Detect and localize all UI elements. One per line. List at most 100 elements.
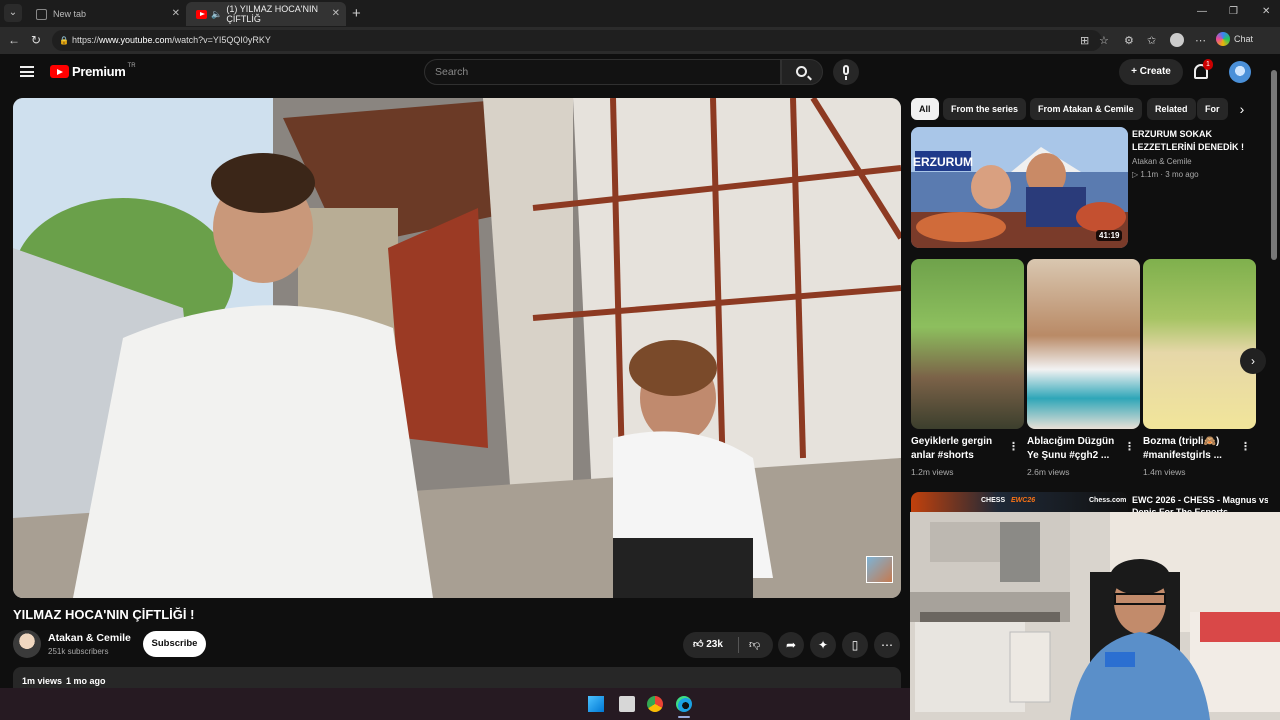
- close-tab-icon[interactable]: ✕: [332, 8, 340, 19]
- chips-next-chevron-icon[interactable]: ›: [1231, 98, 1253, 120]
- video-player[interactable]: [13, 98, 901, 598]
- share-button[interactable]: ➦: [778, 632, 804, 658]
- video-frame: [13, 98, 901, 598]
- notification-badge: 1: [1203, 59, 1213, 70]
- youtube-premium-logo[interactable]: Premium TR: [50, 63, 136, 79]
- tab-actions-menu-icon[interactable]: ⌄: [4, 4, 22, 22]
- short-title[interactable]: Ablacığım Düzgün Ye Şunu #çgh2 ...: [1027, 435, 1123, 463]
- more-dots-icon: ⋯: [881, 638, 893, 652]
- thumbnail-text: ERZURUM: [913, 155, 973, 169]
- youtube-favicon-icon: [196, 9, 208, 19]
- dislike-button[interactable]: 👎︎: [749, 638, 760, 651]
- short-title[interactable]: Geyiklerle gergin anlar #shorts: [911, 435, 1007, 463]
- tab-new-tab[interactable]: New tab ✕: [26, 2, 186, 26]
- divider: [738, 637, 739, 653]
- minimize-icon[interactable]: —: [1197, 6, 1207, 17]
- reload-icon[interactable]: ↻: [31, 33, 41, 47]
- extensions-icon[interactable]: ⚙: [1124, 34, 1134, 47]
- search-button[interactable]: [781, 59, 823, 85]
- recommended-channel[interactable]: Atakan & Cemile: [1132, 157, 1192, 166]
- tab-youtube[interactable]: 🔈 (1) YILMAZ HOCA'NIN ÇİFTLİĞ ✕: [186, 2, 346, 26]
- chat-label: Chat: [1234, 34, 1254, 44]
- close-window-icon[interactable]: ✕: [1262, 6, 1270, 17]
- favorite-star-icon[interactable]: ☆: [1099, 34, 1109, 47]
- profile-icon[interactable]: [1170, 33, 1184, 47]
- scrollbar-thumb[interactable]: [1271, 70, 1277, 260]
- sparkle-icon: ✦: [817, 638, 829, 652]
- youtube-play-icon: [50, 65, 69, 78]
- thumbnail-label: EWC26: [1011, 497, 1036, 504]
- app-available-icon[interactable]: ⊞: [1080, 34, 1089, 47]
- recommended-meta: ▷ 1.1m · 3 mo ago: [1132, 170, 1199, 179]
- end-screen-thumbnail[interactable]: [866, 556, 893, 583]
- edge-icon[interactable]: [676, 696, 692, 712]
- back-arrow-icon[interactable]: ←: [8, 33, 20, 47]
- thumbs-down-icon: 👎︎: [749, 639, 761, 651]
- favorites-icon[interactable]: ✩: [1147, 34, 1156, 47]
- address-toolbar: ← ↻ 🔒 https://www.youtube.com/watch?v=YI…: [0, 27, 1280, 54]
- url-field[interactable]: 🔒 https://www.youtube.com/watch?v=YI5QQI…: [52, 30, 1102, 51]
- copilot-icon: [1216, 32, 1230, 46]
- short-thumbnail[interactable]: [1143, 259, 1256, 429]
- short-thumbnail[interactable]: [911, 259, 1024, 429]
- restore-icon[interactable]: ❐: [1229, 6, 1238, 17]
- url-host: www.youtube.com: [99, 35, 173, 45]
- chip-related[interactable]: Related: [1147, 98, 1196, 120]
- close-tab-icon[interactable]: ✕: [172, 8, 180, 19]
- logo-text: Premium: [72, 64, 126, 79]
- short-title[interactable]: Bozma (tripli🙈) #manifestgirls ...: [1143, 435, 1239, 463]
- bookmark-icon: ▯: [851, 638, 859, 652]
- copilot-chat-button[interactable]: Chat: [1216, 32, 1253, 46]
- chip-from-channel[interactable]: From Atakan & Cemile: [1030, 98, 1142, 120]
- url-path: /watch?v=YI5QQI0yRKY: [172, 35, 271, 45]
- chip-from-series[interactable]: From the series: [943, 98, 1027, 120]
- windows-taskbar: [0, 688, 910, 720]
- more-vert-icon[interactable]: ⋮: [1240, 440, 1251, 453]
- channel-name[interactable]: Atakan & Cemile: [48, 632, 131, 644]
- like-button[interactable]: 👍︎ 23k: [693, 638, 723, 650]
- recommended-video-thumbnail[interactable]: CHESS EWC26 Chess.com: [911, 492, 1128, 512]
- filter-chips: All From the series From Atakan & Cemile…: [911, 98, 1256, 120]
- shorts-next-chevron-icon[interactable]: ›: [1240, 348, 1266, 374]
- short-thumbnail[interactable]: [1027, 259, 1140, 429]
- voice-search-button[interactable]: [833, 59, 859, 85]
- thumbs-up-icon: 👍︎: [693, 639, 704, 650]
- new-tab-icon: [36, 8, 47, 20]
- short-views: 1.2m views: [911, 467, 954, 477]
- view-count: 1m views: [22, 676, 63, 686]
- like-dislike-group: 👍︎ 23k 👎︎: [683, 632, 773, 658]
- thumbnail-image: ERZURUM: [911, 127, 1128, 248]
- recommended-video-title[interactable]: EWC 2026 - CHESS - Magnus vs. Denis For …: [1132, 494, 1272, 512]
- ask-ai-button[interactable]: ✦: [810, 632, 836, 658]
- more-actions-button[interactable]: ⋯: [874, 632, 900, 658]
- channel-avatar[interactable]: [13, 630, 41, 658]
- save-button[interactable]: ▯: [842, 632, 868, 658]
- windows-start-icon[interactable]: [588, 696, 604, 712]
- speaker-icon[interactable]: 🔈: [211, 9, 222, 20]
- search-icon: [796, 66, 807, 77]
- more-menu-icon[interactable]: ⋯: [1195, 34, 1206, 47]
- create-button[interactable]: + Create: [1119, 59, 1183, 85]
- upload-age: 1 mo ago: [66, 676, 106, 686]
- chip-all[interactable]: All: [911, 98, 939, 120]
- account-avatar[interactable]: [1229, 61, 1251, 83]
- create-label: Create: [1139, 66, 1171, 77]
- subscribe-button[interactable]: Subscribe: [143, 631, 206, 657]
- more-vert-icon[interactable]: ⋮: [1008, 440, 1019, 453]
- search-input[interactable]: Search: [424, 59, 781, 85]
- chip-for-you[interactable]: For: [1197, 98, 1228, 120]
- file-explorer-icon[interactable]: [619, 696, 635, 712]
- more-vert-icon[interactable]: ⋮: [1124, 440, 1135, 453]
- thumbnail-label: CHESS: [981, 497, 1006, 504]
- chrome-icon[interactable]: [647, 696, 663, 712]
- share-arrow-icon: ➦: [785, 638, 797, 652]
- recommended-video-title[interactable]: ERZURUM SOKAK LEZZETLERİNİ DENEDİK !: [1132, 128, 1252, 154]
- video-duration: 41:19: [1096, 230, 1123, 241]
- microphone-icon: [843, 65, 849, 75]
- menu-hamburger-icon[interactable]: [20, 66, 34, 77]
- webcam-overlay: [910, 512, 1280, 720]
- new-tab-plus-icon[interactable]: +: [352, 5, 361, 22]
- recommended-video-thumbnail[interactable]: ERZURUM: [911, 127, 1128, 248]
- short-views: 1.4m views: [1143, 467, 1186, 477]
- tab-title: (1) YILMAZ HOCA'NIN ÇİFTLİĞ: [226, 4, 318, 24]
